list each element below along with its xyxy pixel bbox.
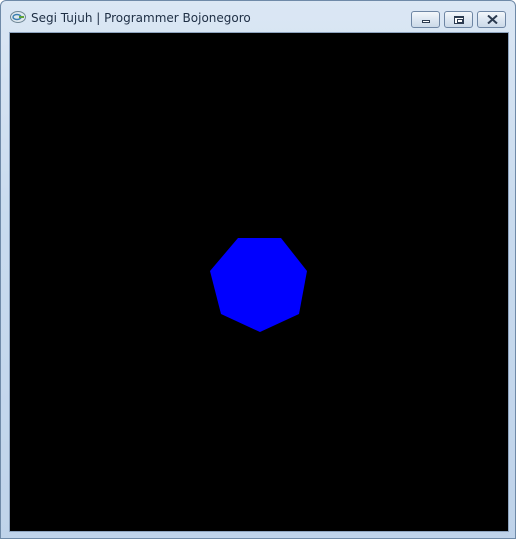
close-button[interactable]	[477, 11, 506, 28]
canvas-drawing	[210, 238, 307, 332]
title-bar[interactable]: Segi Tujuh | Programmer Bojonegoro	[1, 1, 515, 31]
render-canvas[interactable]	[9, 32, 509, 532]
minimize-button[interactable]	[411, 11, 440, 28]
maximize-button[interactable]	[444, 11, 473, 28]
window-title: Segi Tujuh | Programmer Bojonegoro	[31, 11, 251, 25]
heptagon-shape	[210, 238, 307, 332]
app-window: Segi Tujuh | Programmer Bojonegoro	[0, 0, 516, 539]
close-icon	[487, 15, 498, 24]
app-icon	[10, 11, 26, 23]
maximize-icon	[454, 16, 464, 24]
minimize-icon	[422, 20, 430, 23]
